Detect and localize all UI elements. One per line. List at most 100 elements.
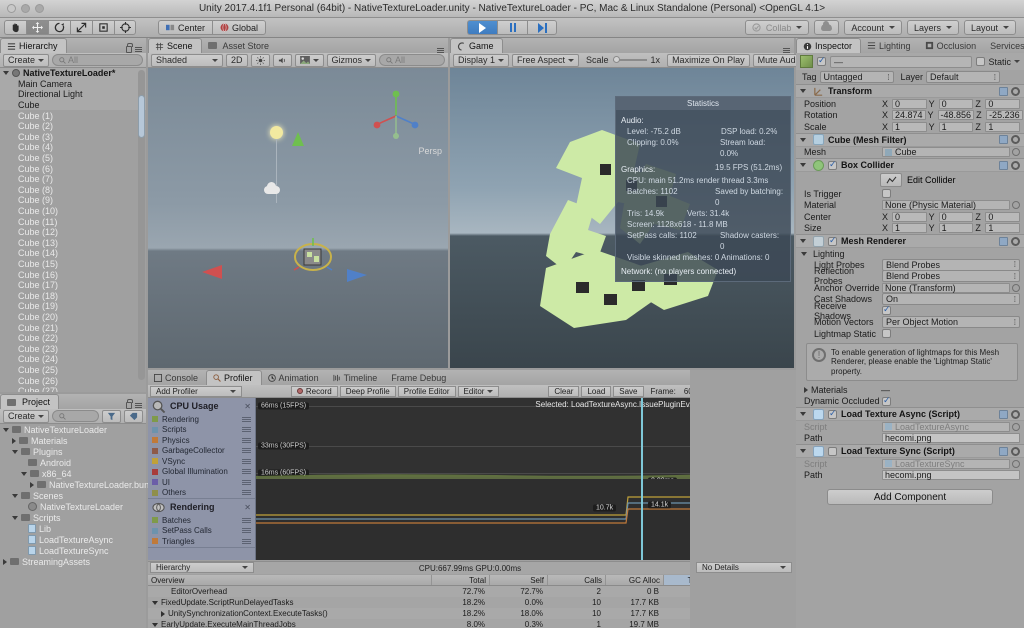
receive-shadows-checkbox[interactable] xyxy=(882,306,891,315)
transform-position-row[interactable]: PositionX0Y0Z0 xyxy=(796,98,1024,110)
project-item[interactable]: Plugins xyxy=(0,446,146,457)
hierarchy-item[interactable]: Cube (9) xyxy=(0,195,146,206)
drag-handle-icon[interactable] xyxy=(242,490,251,495)
project-item[interactable]: x86_64 xyxy=(0,468,146,479)
load-button[interactable]: Load xyxy=(581,386,611,397)
drag-handle-icon[interactable] xyxy=(242,469,251,474)
lightmap-static-checkbox[interactable] xyxy=(882,329,891,338)
hierarchy-create-button[interactable]: Create xyxy=(3,54,49,67)
scene-lighting-toggle[interactable] xyxy=(251,54,270,67)
chevron-down-icon[interactable] xyxy=(800,239,806,243)
collider-size-x-input[interactable]: 1 xyxy=(892,223,927,233)
tab-services[interactable]: Services xyxy=(984,38,1024,53)
mesh-object-field[interactable]: Cube xyxy=(882,147,1010,157)
hierarchy-item[interactable]: Cube (3) xyxy=(0,132,146,143)
project-item[interactable]: Materials xyxy=(0,435,146,446)
scene-tab-actions[interactable] xyxy=(437,48,448,53)
transform-header[interactable]: Transform xyxy=(796,85,1024,98)
receive-shadows-row[interactable]: Receive Shadows xyxy=(796,305,1024,317)
panel-menu-icon[interactable] xyxy=(437,48,444,53)
hand-tool-button[interactable] xyxy=(4,20,26,35)
profiler-legend-item[interactable]: UI xyxy=(148,477,255,488)
sync-path-input[interactable]: hecomi.png xyxy=(882,470,1020,480)
collab-button[interactable]: Collab xyxy=(745,20,810,35)
transform-position-y-input[interactable]: 0 xyxy=(939,99,974,109)
collider-vector-rows[interactable]: CenterX0Y0Z0SizeX1Y1Z1 xyxy=(796,211,1024,234)
row-name-cell[interactable]: EditorOverhead xyxy=(148,586,432,597)
collider-center-row[interactable]: CenterX0Y0Z0 xyxy=(796,211,1024,223)
hierarchy-item[interactable]: Cube (11) xyxy=(0,216,146,227)
edit-collider-row[interactable]: Edit Collider xyxy=(796,172,1024,188)
cpu-usage-module[interactable]: CPU Usage ✕ RenderingScriptsPhysicsGarba… xyxy=(148,398,255,499)
record-toggle[interactable]: Record xyxy=(291,386,338,397)
transform-scale-x-input[interactable]: 1 xyxy=(892,122,927,132)
hierarchy-item-list[interactable]: Main CameraDirectional LightCubeCube (1)… xyxy=(0,79,146,392)
hierarchy-item[interactable]: Cube (8) xyxy=(0,185,146,196)
panel-menu-icon[interactable] xyxy=(135,47,142,52)
drag-handle-icon[interactable] xyxy=(242,539,251,544)
drag-handle-icon[interactable] xyxy=(242,459,251,464)
profiler-legend-item[interactable]: Physics xyxy=(148,435,255,446)
hierarchy-item[interactable]: Main Camera xyxy=(0,79,146,90)
gear-icon[interactable] xyxy=(1011,161,1020,170)
row-name-cell[interactable]: UnitySynchronizationContext.ExecuteTasks… xyxy=(148,608,432,619)
column-gc-alloc[interactable]: GC Alloc xyxy=(606,575,664,585)
panel-menu-icon[interactable] xyxy=(135,403,142,408)
hierarchy-item[interactable]: Cube (4) xyxy=(0,142,146,153)
rendering-legend-items[interactable]: BatchesSetPass CallsTriangles xyxy=(148,515,255,547)
step-button[interactable] xyxy=(527,20,557,35)
reflection-probes-dropdown[interactable]: Blend Probes xyxy=(882,270,1020,282)
chevron-down-icon[interactable] xyxy=(3,428,9,432)
gear-icon[interactable] xyxy=(1011,135,1020,144)
cast-shadows-dropdown[interactable]: On xyxy=(882,293,1020,305)
lighting-section-label[interactable]: Lighting xyxy=(796,248,1024,259)
move-tool-button[interactable] xyxy=(26,20,48,35)
directional-light-gizmo[interactable] xyxy=(270,126,283,139)
lock-icon[interactable] xyxy=(126,402,132,409)
static-checkbox[interactable] xyxy=(976,57,985,66)
play-button[interactable] xyxy=(467,20,497,35)
motion-vectors-row[interactable]: Motion Vectors Per Object Motion xyxy=(796,317,1024,329)
tab-hierarchy[interactable]: Hierarchy xyxy=(0,38,67,53)
collider-center-z-input[interactable]: 0 xyxy=(985,212,1020,222)
chevron-down-icon[interactable] xyxy=(21,472,27,476)
add-component-button[interactable]: Add Component xyxy=(827,489,993,505)
maximize-on-play-toggle[interactable]: Maximize On Play xyxy=(667,54,750,67)
lightmap-static-row[interactable]: Lightmap Static xyxy=(796,328,1024,340)
profiler-legend-item[interactable]: Triangles xyxy=(148,536,255,547)
game-tab-actions[interactable] xyxy=(783,48,794,53)
chevron-down-icon[interactable] xyxy=(12,494,18,498)
sync-path-row[interactable]: Path hecomi.png xyxy=(796,470,1024,482)
gear-icon[interactable] xyxy=(1011,410,1020,419)
rendering-graph-frame-marker[interactable] xyxy=(641,479,643,560)
chevron-down-icon[interactable] xyxy=(152,623,158,627)
is-trigger-checkbox[interactable] xyxy=(882,189,891,198)
hierarchy-item[interactable]: Cube (15) xyxy=(0,259,146,270)
pause-button[interactable] xyxy=(497,20,527,35)
rendering-header[interactable]: Rendering ✕ xyxy=(148,499,255,515)
layers-button[interactable]: Layers xyxy=(907,20,959,35)
transform-scale-row[interactable]: ScaleX1Y1Z1 xyxy=(796,121,1024,133)
tab-frame-debug[interactable]: Frame Debug xyxy=(385,370,454,385)
profiler-legend-item[interactable]: Scripts xyxy=(148,425,255,436)
mesh-picker-icon[interactable] xyxy=(1012,148,1020,156)
project-tab-actions[interactable] xyxy=(126,402,146,409)
chevron-down-icon[interactable] xyxy=(152,601,158,605)
gear-icon[interactable] xyxy=(1011,87,1020,96)
profiler-legend-item[interactable]: Rendering xyxy=(148,414,255,425)
playback-controls[interactable] xyxy=(467,20,557,35)
deep-profile-toggle[interactable]: Deep Profile xyxy=(340,386,396,397)
mesh-renderer-header[interactable]: Mesh Renderer xyxy=(796,235,1024,248)
help-icon[interactable] xyxy=(999,135,1008,144)
dynamic-occluded-checkbox[interactable] xyxy=(882,397,891,406)
row-name-cell[interactable]: FixedUpdate.ScriptRunDelayedTasks xyxy=(148,597,432,608)
transform-tools-group[interactable] xyxy=(4,20,136,35)
hierarchy-tree[interactable]: NativeTextureLoader* Main CameraDirectio… xyxy=(0,68,146,392)
chevron-down-icon[interactable] xyxy=(801,252,807,256)
async-path-row[interactable]: Path hecomi.png xyxy=(796,433,1024,445)
hierarchy-mode-dropdown[interactable]: Hierarchy xyxy=(150,562,254,573)
project-item[interactable]: StreamingAssets xyxy=(0,556,146,567)
tab-profiler[interactable]: Profiler xyxy=(206,370,262,385)
save-button[interactable]: Save xyxy=(613,386,643,397)
help-icon[interactable] xyxy=(999,87,1008,96)
